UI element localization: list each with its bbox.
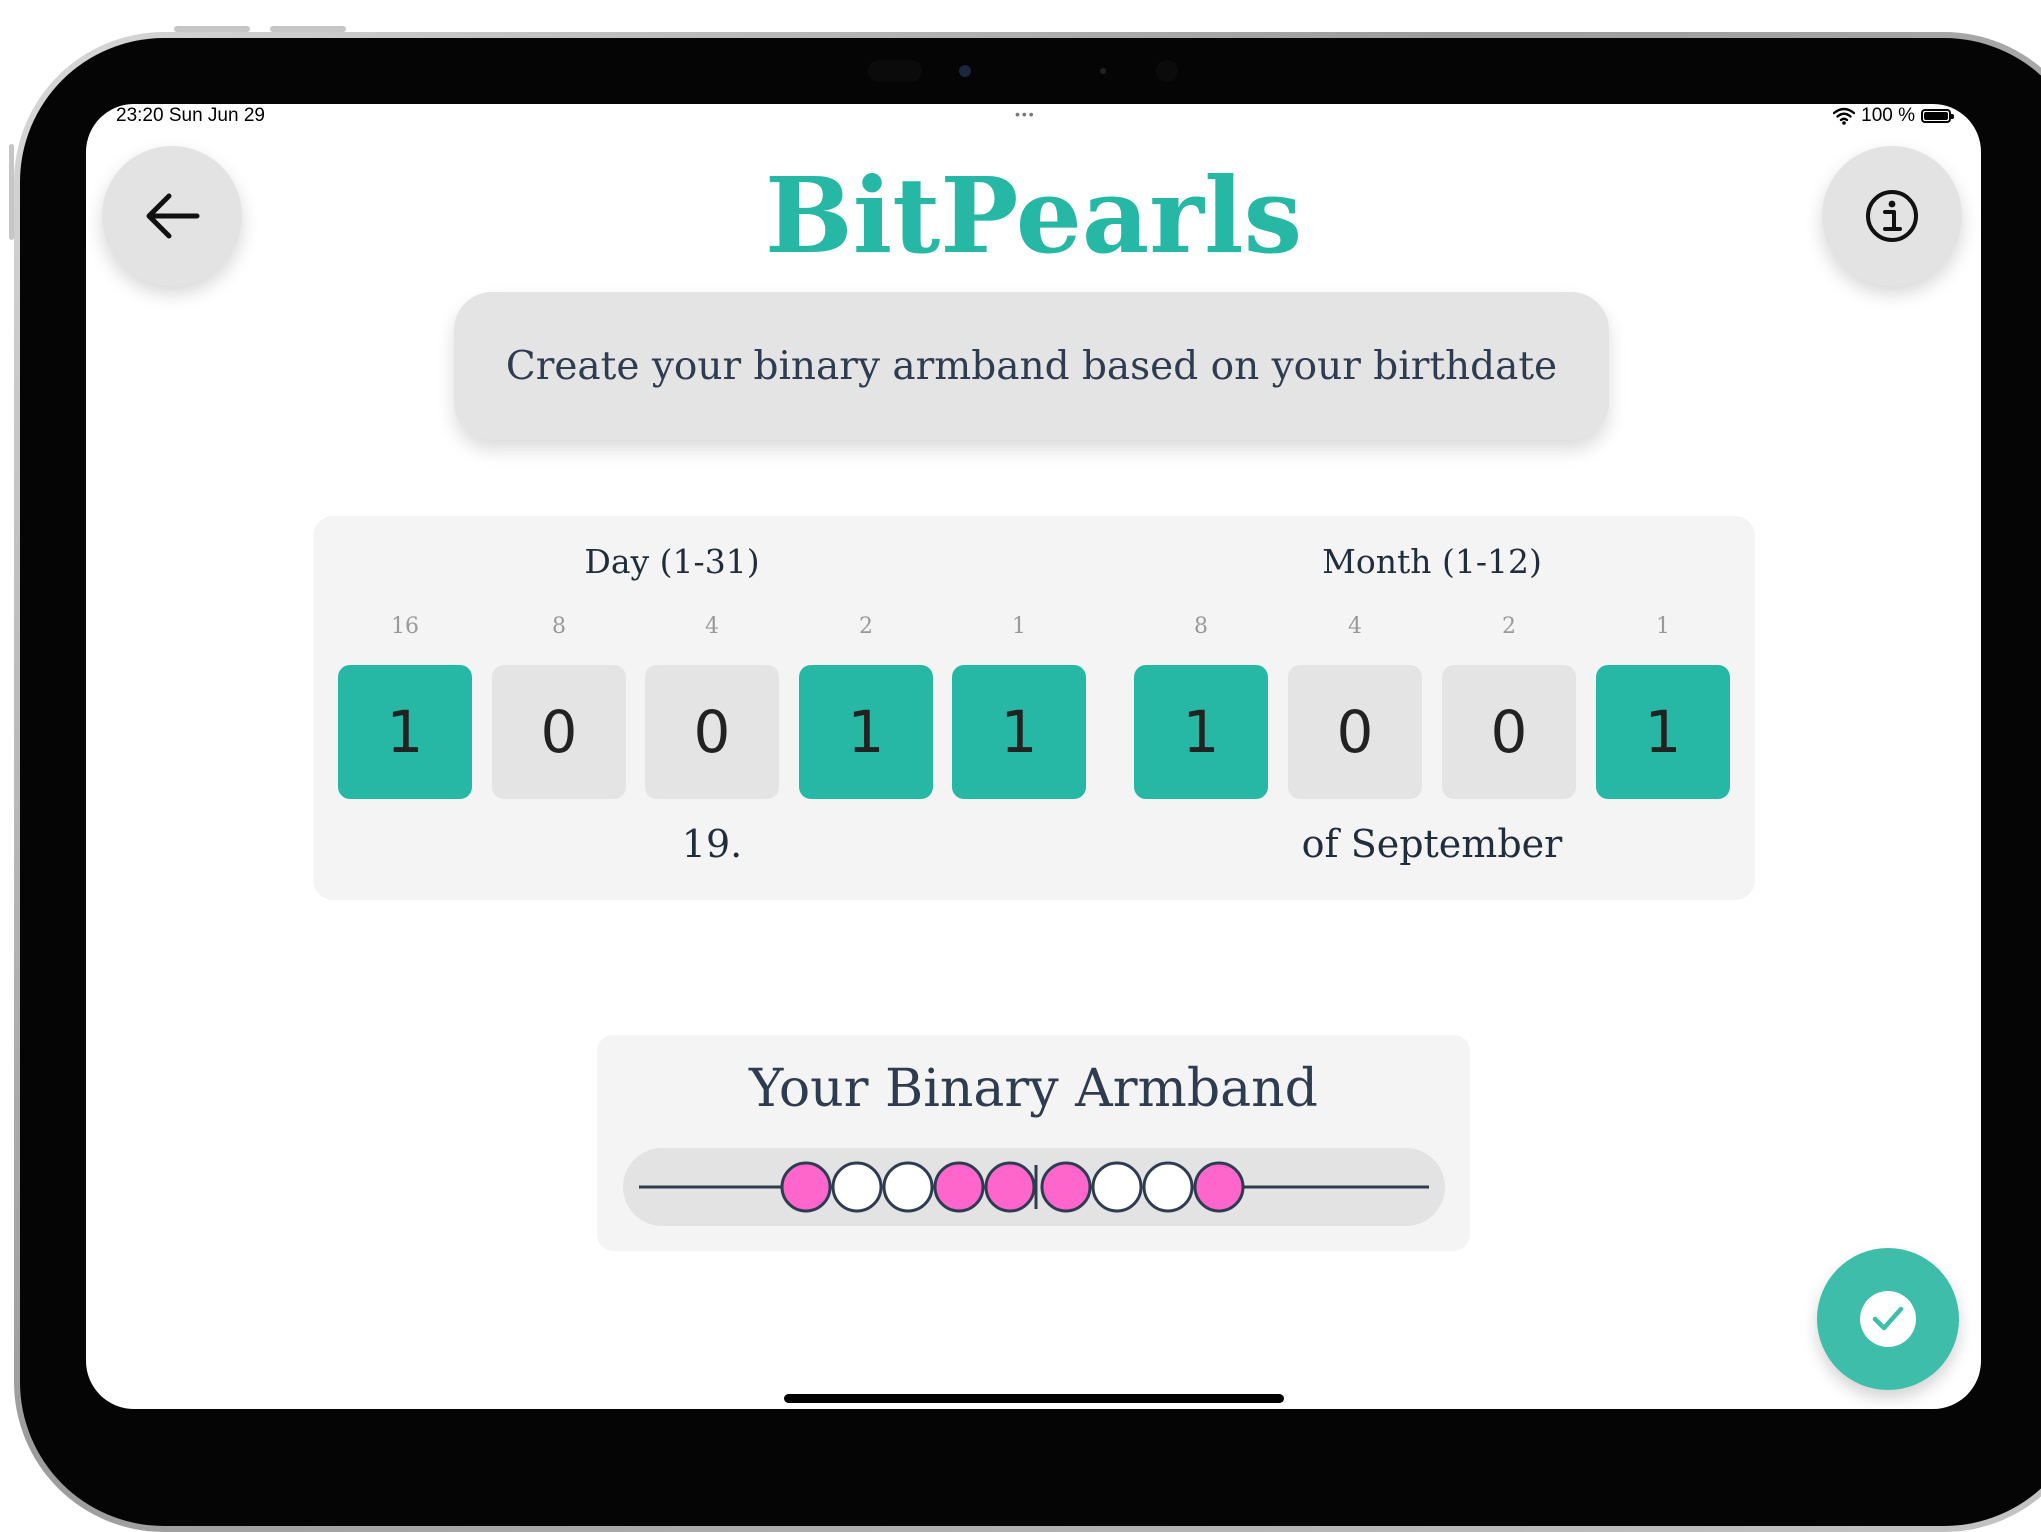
month-weight: 4 [1348,614,1362,639]
home-indicator[interactable] [784,1394,1284,1403]
month-bit-toggle[interactable]: 0 [1288,665,1422,799]
month-weight: 1 [1656,614,1670,639]
day-bit-toggle[interactable]: 1 [338,665,472,799]
status-time-date: 23:20 Sun Jun 29 [116,105,265,126]
month-group-label: Month (1-12) [1322,542,1542,581]
camera-sensor [868,60,922,82]
day-pearl [933,1161,985,1213]
month-bit-toggle[interactable]: 1 [1134,665,1268,799]
ambient-sensor [1100,68,1106,74]
month-pearl [1193,1161,1245,1213]
day-pearl [831,1161,883,1213]
confirm-button[interactable] [1817,1248,1959,1390]
info-icon [1866,190,1918,242]
battery-icon [1921,109,1954,123]
subtitle-card: Create your binary armband based on your… [454,292,1609,440]
subtitle-text: Create your binary armband based on your… [505,343,1558,389]
day-pearl [984,1161,1036,1213]
day-weight: 8 [552,614,566,639]
multitasking-dots[interactable]: ••• [1015,106,1036,122]
armband-track [623,1148,1445,1226]
month-weight: 2 [1502,614,1516,639]
month-pearl [1091,1161,1143,1213]
day-weight: 1 [1012,614,1026,639]
app-title: BitPearls [764,154,1303,277]
front-camera [959,65,971,77]
month-value-text: of September [1301,822,1563,866]
battery-percentage: 100 % [1861,105,1915,126]
day-pearl [882,1161,934,1213]
birthdate-bits-panel: Day (1-31) Month (1-12) 16 8 4 2 1 8 4 2… [313,516,1755,900]
volume-button [174,26,250,32]
armband-graphic [639,1161,1429,1213]
status-right-cluster: 100 % [1833,104,1954,128]
checkmark-icon [1872,1306,1904,1331]
day-weight: 2 [859,614,873,639]
day-weight: 16 [391,614,419,639]
month-pearl [1040,1161,1092,1213]
app-screen: 23:20 Sun Jun 29 ••• 100 % BitPearls Cre… [86,104,1981,1409]
volume-button [270,26,346,32]
month-bit-toggle[interactable]: 1 [1596,665,1730,799]
info-button[interactable] [1822,146,1962,286]
day-bit-toggle[interactable]: 0 [492,665,626,799]
month-weight: 8 [1194,614,1208,639]
month-pearl [1142,1161,1194,1213]
wifi-icon [1833,107,1856,125]
day-pearl [780,1161,832,1213]
armband-title: Your Binary Armband [749,1059,1318,1119]
day-weight: 4 [705,614,719,639]
armband-preview-card: Your Binary Armband [597,1035,1470,1251]
proximity-sensor [1156,60,1178,82]
day-value-text: 19. [681,822,743,866]
day-group-label: Day (1-31) [584,542,760,581]
day-bit-toggle[interactable]: 1 [799,665,933,799]
top-button [9,144,14,240]
day-bit-toggle[interactable]: 1 [952,665,1086,799]
month-bit-toggle[interactable]: 0 [1442,665,1576,799]
day-bit-toggle[interactable]: 0 [645,665,779,799]
confirm-icon-badge [1860,1291,1916,1347]
